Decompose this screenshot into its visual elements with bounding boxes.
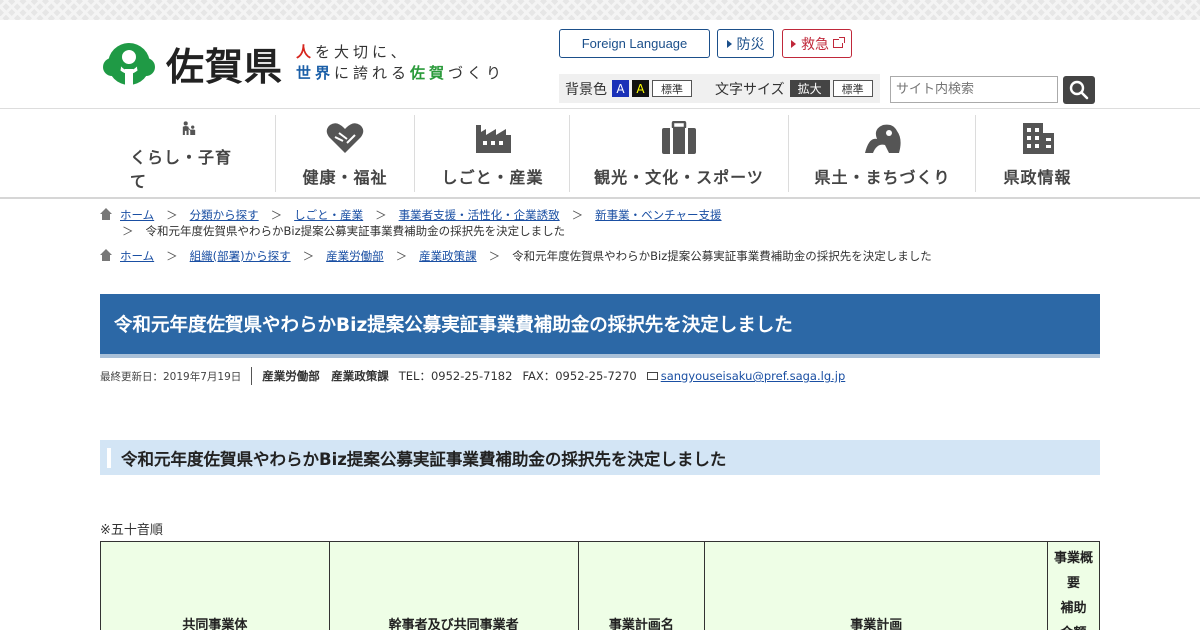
heart-hands-icon	[326, 123, 364, 153]
font-standard-button[interactable]: 標準	[832, 80, 873, 97]
nav-item-kenko[interactable]: 健康・福祉	[290, 115, 400, 192]
background-color-setting: 背景色 A A 標準	[559, 74, 721, 103]
foreign-language-button[interactable]: Foreign Language	[559, 29, 710, 58]
nav-divider	[414, 115, 415, 192]
mail-icon	[646, 372, 658, 380]
breadcrumb: ホーム＞分類から探す＞しごと・産業＞事業者支援・活性化・企業誘致＞新事業・ベンチ…	[100, 207, 722, 223]
table-header: 事業計画名	[577, 541, 706, 630]
nav-divider	[788, 115, 789, 192]
nav-item-shigoto[interactable]: しごと・産業	[430, 115, 555, 192]
global-nav: くらし・子育て 健康・福祉 しごと・産業 観光・文化・スポーツ 県土・まちづくり…	[0, 108, 1200, 199]
tel: TEL：0952-25-7182	[398, 369, 513, 383]
nav-item-kanko[interactable]: 観光・文化・スポーツ	[590, 115, 768, 192]
home-icon	[100, 249, 112, 261]
email-link[interactable]: sangyouseisaku@pref.saga.lg.jp	[661, 369, 846, 383]
last-updated: 最終更新日：2019年7月19日	[100, 367, 253, 385]
saga-emblem-icon	[103, 42, 155, 85]
arrow-right-icon	[726, 39, 732, 48]
nav-item-kendo[interactable]: 県土・まちづくり	[805, 115, 960, 192]
building-icon	[1022, 123, 1054, 154]
breadcrumb-link[interactable]: 組織(部署)から探す	[190, 249, 291, 263]
nav-divider	[569, 115, 570, 192]
arrow-right-icon	[791, 39, 796, 48]
bousai-button[interactable]: 防災	[717, 29, 774, 58]
suitcase-icon	[662, 121, 696, 154]
breadcrumb-current: ＞令和元年度佐賀県やわらかBiz提案公募実証事業費補助金の採択先を決定しました	[122, 224, 566, 238]
page-title: 令和元年度佐賀県やわらかBiz提案公募実証事業費補助金の採択先を決定しました	[100, 294, 1100, 358]
heading-marker	[107, 448, 111, 468]
family-icon	[182, 121, 195, 135]
tagline: 人を大切に、 世界に誇れる佐賀づくり	[296, 43, 506, 82]
top-decorative-pattern	[0, 0, 1200, 20]
nav-divider	[275, 115, 276, 192]
breadcrumb-link[interactable]: 産業労働部	[326, 249, 384, 263]
department: 産業労働部 産業政策課	[262, 369, 389, 383]
bg-blue-button[interactable]: A	[612, 80, 629, 97]
nav-item-kurashi[interactable]: くらし・子育て	[130, 115, 247, 192]
breadcrumb-link[interactable]: 新事業・ベンチャー支援	[595, 208, 721, 222]
font-size-setting: 文字サイズ 拡大 標準	[709, 74, 880, 103]
breadcrumb-link[interactable]: ホーム	[120, 208, 154, 222]
breadcrumb-link[interactable]: 事業者支援・活性化・企業誘致	[399, 208, 560, 222]
breadcrumb-link[interactable]: ホーム	[120, 249, 154, 263]
table-header: 事業概 要 補助 金額	[1047, 541, 1100, 630]
external-link-icon	[833, 37, 845, 48]
section-heading: 令和元年度佐賀県やわらかBiz提案公募実証事業費補助金の採択先を決定しました	[100, 440, 1100, 475]
site-logo[interactable]: 佐賀県	[100, 36, 283, 91]
page-meta: 最終更新日：2019年7月19日 産業労働部 産業政策課 TEL：0952-25…	[100, 367, 845, 385]
note-text: ※五十音順	[100, 523, 163, 538]
results-table: 共同事業体 幹事者及び共同事業者 事業計画名 事業計画 事業概 要 補助 金額	[100, 541, 1100, 630]
nav-item-kensei[interactable]: 県政情報	[990, 115, 1085, 192]
table-header: 事業計画	[704, 541, 1049, 630]
fax: FAX：0952-25-7270	[522, 369, 637, 383]
factory-icon	[475, 125, 511, 153]
breadcrumb-link[interactable]: しごと・産業	[294, 208, 363, 222]
kyukyu-button[interactable]: 救急	[782, 29, 852, 58]
table-header: 共同事業体	[100, 541, 330, 630]
bg-black-button[interactable]: A	[632, 80, 649, 97]
search-icon	[1069, 80, 1089, 100]
landscape-icon	[864, 124, 901, 153]
breadcrumb-link[interactable]: 産業政策課	[419, 249, 477, 263]
breadcrumb-link[interactable]: 分類から探す	[190, 208, 259, 222]
font-large-button[interactable]: 拡大	[789, 80, 830, 97]
bg-standard-button[interactable]: 標準	[652, 80, 692, 97]
breadcrumb: ホーム＞組織(部署)から探す＞産業労働部＞産業政策課＞令和元年度佐賀県やわらかB…	[100, 248, 932, 264]
nav-divider	[975, 115, 976, 192]
logo-text: 佐賀県	[166, 45, 284, 89]
table-header-row: 共同事業体 幹事者及び共同事業者 事業計画名 事業計画 事業概 要 補助 金額	[100, 541, 1100, 630]
search-button[interactable]	[1063, 76, 1095, 104]
table-header: 幹事者及び共同事業者	[328, 541, 579, 630]
home-icon	[100, 208, 112, 220]
search-input[interactable]	[890, 76, 1058, 103]
